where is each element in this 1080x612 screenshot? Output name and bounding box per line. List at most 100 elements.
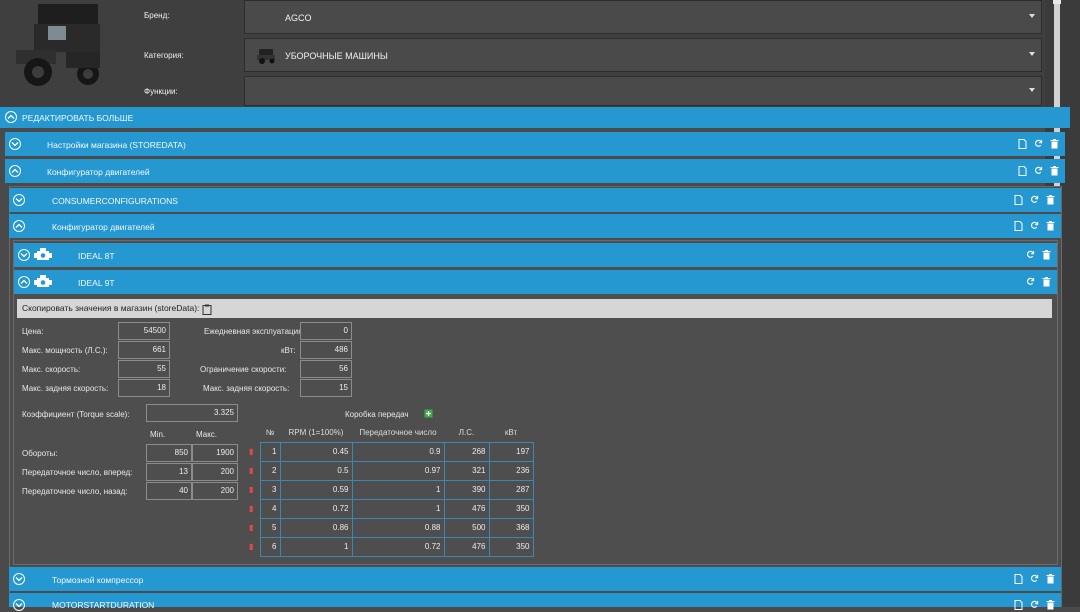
daily-upkeep-input[interactable]: 0 xyxy=(300,322,352,340)
category-select[interactable]: УБОРОЧНЫЕ МАШИНЫ xyxy=(244,38,1042,72)
gear-rpm-cell[interactable]: 1 xyxy=(279,536,353,557)
gear-number: 4 xyxy=(259,498,281,519)
gear-number: 6 xyxy=(259,536,281,557)
copy-doc-icon[interactable] xyxy=(1018,139,1027,149)
gear-number: 3 xyxy=(259,479,281,500)
copy-doc-icon[interactable] xyxy=(1014,574,1023,584)
gear-ratio-cell[interactable]: 0.9 xyxy=(351,441,445,462)
gear-hp-cell: 321 xyxy=(443,460,490,481)
refresh-icon[interactable] xyxy=(1030,600,1039,610)
gear-rpm-cell[interactable]: 0.86 xyxy=(279,517,353,538)
engine-ideal-9t[interactable]: IDEAL 9T xyxy=(14,270,1057,294)
copy-doc-icon[interactable] xyxy=(1018,166,1027,176)
gear-kw-cell: 368 xyxy=(488,517,534,538)
scroll-up-arrow[interactable] xyxy=(1053,0,1061,4)
gear-ratio-cell[interactable]: 0.72 xyxy=(351,536,445,557)
engine-icon xyxy=(34,248,52,262)
col-header: Передаточное число xyxy=(359,428,437,438)
gear-reverse-min-input[interactable]: 40 xyxy=(146,482,192,500)
section-consumer-configurations[interactable]: CONSUMERCONFIGURATIONS xyxy=(9,188,1061,212)
col-header: RPM (1=100%) xyxy=(288,428,344,438)
section-brake-compressor[interactable]: Тормозной компрессор xyxy=(9,567,1061,591)
trash-icon[interactable]: ▮ xyxy=(246,442,260,461)
category-label: Категория: xyxy=(144,51,184,60)
section-engine-configurator[interactable]: Конфигуратор двигателей xyxy=(5,159,1065,183)
trash-icon[interactable]: ▮ xyxy=(246,480,260,499)
trash-icon[interactable] xyxy=(1046,574,1055,584)
refresh-icon[interactable] xyxy=(1026,277,1035,287)
trash-icon[interactable] xyxy=(1050,166,1059,176)
speed-limit-input[interactable]: 56 xyxy=(300,360,352,378)
copy-doc-icon[interactable] xyxy=(1014,195,1023,205)
trash-icon[interactable]: ▮ xyxy=(246,518,260,537)
trash-icon[interactable] xyxy=(1046,221,1055,231)
chevron-down-icon xyxy=(1029,52,1035,56)
chevron-down-icon xyxy=(9,138,21,150)
trash-icon[interactable] xyxy=(1042,277,1051,287)
gear-rpm-cell[interactable]: 0.72 xyxy=(279,498,353,519)
copy-doc-icon[interactable] xyxy=(1014,600,1023,610)
table-row: ▮ 1 0.45 0.9 268 197 xyxy=(246,441,534,462)
edit-more-bar[interactable]: РЕДАКТИРОВАТЬ БОЛЬШЕ xyxy=(0,107,1070,128)
gear-rpm-cell[interactable]: 0.5 xyxy=(279,460,353,481)
gear-rpm-cell[interactable]: 0.59 xyxy=(279,479,353,500)
refresh-icon[interactable] xyxy=(1026,250,1035,260)
category-value: УБОРОЧНЫЕ МАШИНЫ xyxy=(285,51,388,61)
max-reverse-speed-2-input[interactable]: 15 xyxy=(300,379,352,397)
gear-ratio-cell[interactable]: 0.97 xyxy=(351,460,445,481)
chevron-down-icon xyxy=(13,599,25,611)
gear-ratio-cell[interactable]: 1 xyxy=(351,498,445,519)
trash-icon[interactable] xyxy=(1050,139,1059,149)
functions-select[interactable] xyxy=(244,76,1042,106)
max-reverse-speed-input[interactable]: 18 xyxy=(118,379,170,397)
max-speed-input[interactable]: 55 xyxy=(118,360,170,378)
section-motorstart-duration[interactable]: MOTORSTARTDURATION xyxy=(9,593,1061,611)
refresh-icon[interactable] xyxy=(1034,139,1043,149)
edit-more-label: РЕДАКТИРОВАТЬ БОЛЬШЕ xyxy=(22,113,134,123)
engine-label: IDEAL 8T xyxy=(78,251,115,261)
add-gear-icon[interactable] xyxy=(424,409,433,418)
trash-icon[interactable] xyxy=(1046,195,1055,205)
daily-upkeep-label: Ежедневная эксплуатация: xyxy=(204,327,305,336)
trash-icon[interactable]: ▮ xyxy=(246,537,260,556)
gear-ratio-cell[interactable]: 1 xyxy=(351,479,445,500)
max-power-input[interactable]: 661 xyxy=(118,341,170,359)
gear-ratio-cell[interactable]: 0.88 xyxy=(351,517,445,538)
refresh-icon[interactable] xyxy=(1030,574,1039,584)
refresh-icon[interactable] xyxy=(1030,221,1039,231)
gear-kw-cell: 350 xyxy=(488,498,534,519)
gear-hp-cell: 390 xyxy=(443,479,490,500)
rpm-max-input[interactable]: 1900 xyxy=(192,444,238,462)
gear-hp-cell: 500 xyxy=(443,517,490,538)
trash-icon[interactable]: ▮ xyxy=(246,461,260,480)
gear-forward-max-input[interactable]: 200 xyxy=(192,463,238,481)
refresh-icon[interactable] xyxy=(1030,195,1039,205)
refresh-icon[interactable] xyxy=(1034,166,1043,176)
kw-input[interactable]: 486 xyxy=(300,341,352,359)
gear-forward-min-input[interactable]: 13 xyxy=(146,463,192,481)
engine-ideal-8t[interactable]: IDEAL 8T xyxy=(14,243,1057,267)
brand-select[interactable]: AGCO xyxy=(244,0,1042,34)
torque-scale-input[interactable]: 3.325 xyxy=(146,404,238,422)
min-column-label: Min. xyxy=(150,430,166,439)
copy-to-store-label: Скопировать значения в магазин (storeDat… xyxy=(22,303,200,313)
price-input[interactable]: 54500 xyxy=(118,322,170,340)
clipboard-icon[interactable] xyxy=(202,303,212,316)
brand-label: Бренд: xyxy=(144,11,170,20)
gear-forward-label: Передаточное число, вперед: xyxy=(22,468,133,477)
col-header: № xyxy=(265,428,275,438)
section-store-settings[interactable]: Настройки магазина (STOREDATA) xyxy=(5,132,1065,156)
rpm-min-input[interactable]: 850 xyxy=(146,444,192,462)
trash-icon[interactable]: ▮ xyxy=(246,499,260,518)
copy-doc-icon[interactable] xyxy=(1014,221,1023,231)
gear-reverse-max-input[interactable]: 200 xyxy=(192,482,238,500)
trash-icon[interactable] xyxy=(1046,600,1055,610)
section-label: MOTORSTARTDURATION xyxy=(52,600,155,610)
gear-table: № RPM (1=100%) Передаточное число Л.С. к… xyxy=(246,424,534,557)
gear-rpm-cell[interactable]: 0.45 xyxy=(279,441,353,462)
copy-to-store-bar[interactable]: Скопировать значения в магазин (storeDat… xyxy=(17,299,1052,318)
chevron-up-icon xyxy=(13,220,25,232)
chevron-down-icon xyxy=(18,249,30,261)
trash-icon[interactable] xyxy=(1042,250,1051,260)
section-engine-configurator-inner[interactable]: Конфигуратор двигателей xyxy=(9,214,1061,238)
